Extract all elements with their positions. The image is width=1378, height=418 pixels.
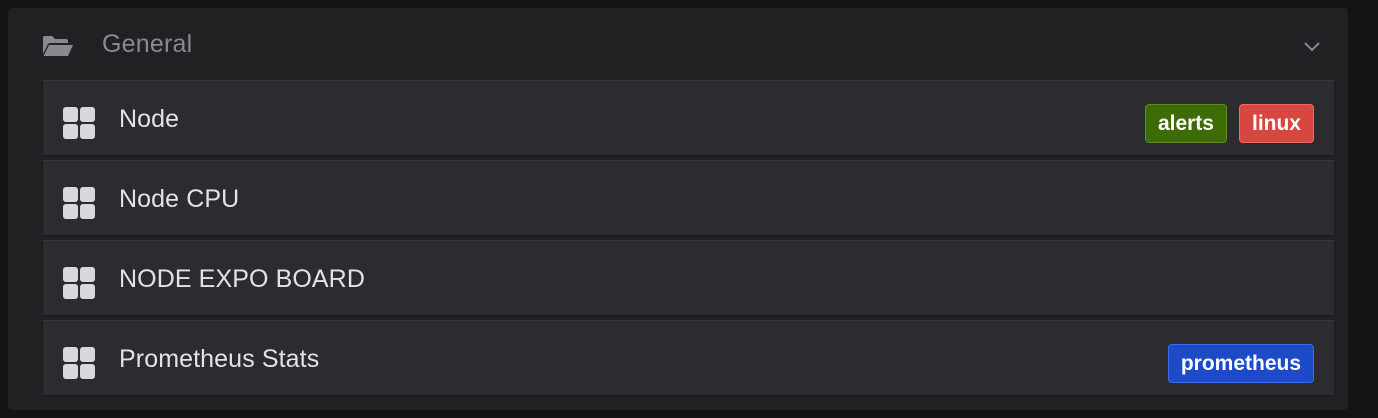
dashboard-title: NODE EXPO BOARD [119, 265, 365, 293]
dashboard-grid-icon [63, 347, 95, 379]
dashboard-row[interactable]: Node CPU [42, 160, 1335, 236]
section-title: General [102, 30, 193, 58]
tag-linux[interactable]: linux [1238, 104, 1314, 143]
tag-prometheus[interactable]: prometheus [1167, 344, 1314, 383]
dashboard-folder-panel: General Node alerts linux Node CPU NODE EXPO… [8, 8, 1348, 410]
dashboard-row[interactable]: NODE EXPO BOARD [42, 240, 1335, 316]
dashboard-row[interactable]: Prometheus Stats prometheus [42, 320, 1335, 396]
tag-list: alerts linux [1144, 104, 1314, 144]
dashboard-grid-icon [63, 187, 95, 219]
dashboard-row[interactable]: Node alerts linux [42, 80, 1335, 156]
tag-list: prometheus [1167, 344, 1314, 384]
chevron-down-icon[interactable] [1302, 40, 1322, 54]
folder-section-header[interactable]: General [8, 8, 1348, 82]
folder-open-icon [43, 36, 73, 56]
dashboard-title: Prometheus Stats [119, 345, 320, 373]
dashboard-title: Node [119, 105, 180, 133]
dashboard-grid-icon [63, 107, 95, 139]
tag-alerts[interactable]: alerts [1144, 104, 1227, 143]
dashboard-grid-icon [63, 267, 95, 299]
dashboard-title: Node CPU [119, 185, 240, 213]
